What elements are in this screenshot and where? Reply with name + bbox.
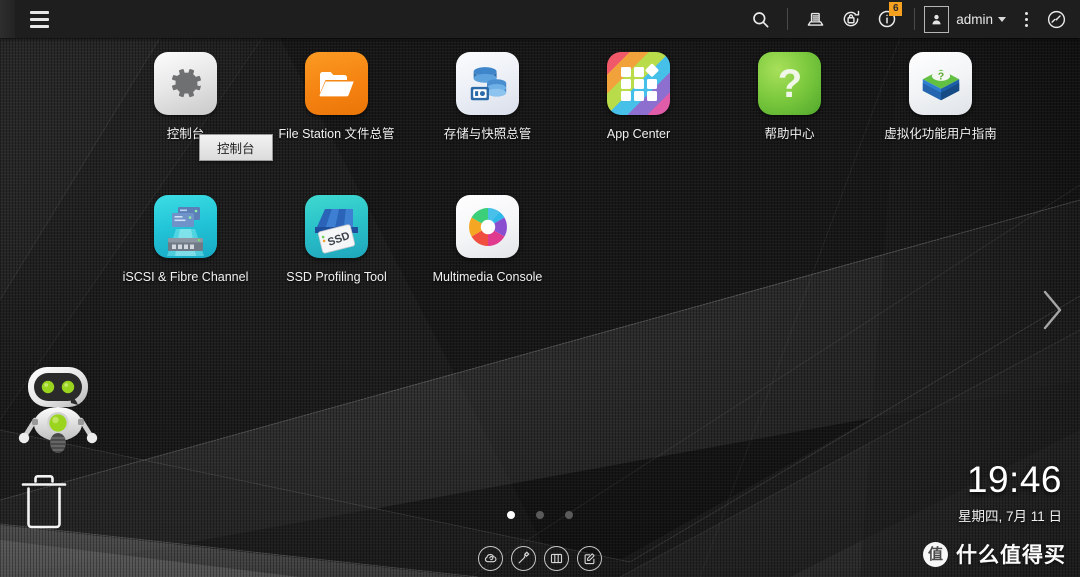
app-label: App Center	[606, 127, 671, 141]
bottom-taskbar	[0, 540, 1080, 577]
trash-can-icon[interactable]	[18, 472, 70, 534]
page-dot-1[interactable]	[507, 511, 515, 519]
file-station-icon	[305, 52, 368, 115]
ssd-profiling-tool-icon: SSD	[305, 195, 368, 258]
app-label: 存储与快照总管	[443, 127, 532, 141]
svg-text:?: ?	[937, 70, 943, 82]
app-multimedia-console[interactable]: Multimedia Console	[412, 195, 563, 338]
dashboard-gauge-icon[interactable]	[1038, 0, 1074, 38]
security-counselor-icon[interactable]	[833, 0, 869, 38]
chevron-right-icon[interactable]	[1032, 283, 1072, 337]
app-label: 帮助中心	[764, 127, 815, 141]
user-avatar-icon	[924, 5, 950, 33]
page-indicator-dots	[0, 511, 1080, 519]
app-label: iSCSI & Fibre Channel	[122, 270, 249, 284]
page-dot-2[interactable]	[536, 511, 544, 519]
user-menu[interactable]: admin	[924, 5, 1008, 33]
watermark-text: 什么值得买	[956, 544, 1066, 567]
user-name-label: admin	[956, 11, 993, 27]
clock-time: 19:46	[966, 459, 1062, 500]
app-label: 虚拟化功能用户指南	[884, 127, 997, 141]
app-ssd-profiling-tool[interactable]: SSD SSD Profiling Tool	[261, 195, 412, 338]
cloud-link-icon[interactable]	[478, 546, 503, 571]
app-help-center[interactable]: ? 帮助中心	[714, 52, 865, 195]
app-app-center[interactable]: App Center	[563, 52, 714, 195]
topbar-left-edge	[0, 0, 15, 38]
desktop-icon-row-1: 控制台 File Station 文件总管 存储与快照总管 App Center…	[110, 52, 1030, 195]
app-label: Multimedia Console	[432, 270, 543, 284]
watermark: 值 什么值得买	[923, 539, 1066, 569]
app-label: SSD Profiling Tool	[286, 270, 387, 284]
search-icon[interactable]	[742, 0, 778, 38]
app-file-station[interactable]: File Station 文件总管	[261, 52, 412, 195]
multimedia-console-icon	[456, 195, 519, 258]
qnap-desktop-screen: 6 admin 控制台 File Station 文件总管 存储与快照总管 Ap…	[0, 0, 1080, 577]
app-iscsi-fibre-channel[interactable]: iSCSI & Fibre Channel	[110, 195, 261, 338]
kebab-more-icon[interactable]	[1014, 0, 1038, 38]
qnap-robot-mascot-icon[interactable]	[15, 358, 101, 453]
info-notification-icon[interactable]: 6	[869, 0, 905, 38]
app-control-panel[interactable]: 控制台	[110, 52, 261, 195]
chevron-down-icon	[998, 16, 1006, 22]
hammer-tools-icon[interactable]	[511, 546, 536, 571]
desktop-icon-row-2: iSCSI & Fibre Channel SSD SSD Profiling …	[110, 195, 1030, 338]
resource-monitor-icon[interactable]	[544, 546, 569, 571]
app-storage-snapshot[interactable]: 存储与快照总管	[412, 52, 563, 195]
page-dot-3[interactable]	[565, 511, 573, 519]
watermark-logo: 值	[923, 541, 948, 567]
help-center-icon: ?	[758, 52, 821, 115]
svg-text:?: ?	[777, 62, 801, 106]
top-navigation-bar: 6 admin	[0, 0, 1080, 38]
app-label: File Station 文件总管	[278, 127, 395, 141]
desktop-icon-grid: 控制台 File Station 文件总管 存储与快照总管 App Center…	[110, 52, 1030, 338]
topbar-divider-1	[787, 8, 789, 30]
info-badge-count: 6	[889, 2, 903, 16]
app-tooltip: 控制台	[199, 134, 273, 161]
hamburger-menu-icon[interactable]	[19, 0, 59, 38]
app-virtualization-guide[interactable]: ? 虚拟化功能用户指南	[865, 52, 1016, 195]
storage-snapshot-manager-icon	[456, 52, 519, 115]
topbar-divider-2	[914, 8, 916, 30]
iscsi-fibre-channel-icon	[154, 195, 217, 258]
virtualization-guide-icon: ?	[909, 52, 972, 115]
app-center-icon	[607, 52, 670, 115]
notes-edit-icon[interactable]	[577, 546, 602, 571]
control-panel-icon	[154, 52, 217, 115]
backup-station-icon[interactable]	[797, 0, 833, 38]
